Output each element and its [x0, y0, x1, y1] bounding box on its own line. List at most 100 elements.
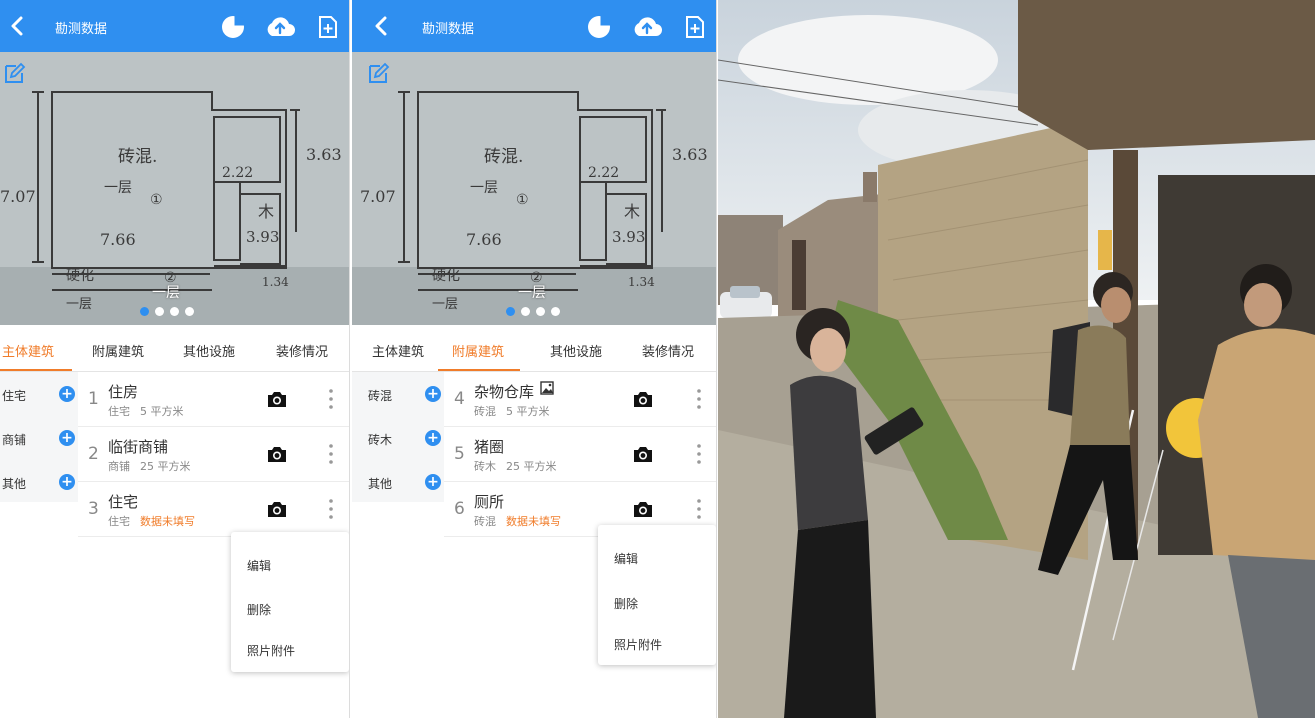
type-sidebar: 砖混 + 砖木 + 其他 +	[352, 372, 444, 502]
carousel-dots[interactable]	[140, 307, 194, 316]
sidebar-item-label: 砖混	[368, 389, 393, 403]
more-vertical-icon[interactable]	[328, 443, 334, 465]
menu-item-delete[interactable]: 删除	[247, 601, 271, 618]
sidebar-item-brick-concrete[interactable]: 砖混 +	[352, 372, 444, 416]
item-details: 住宅 5 平方米	[108, 403, 184, 419]
item-details: 住宅 数据未填写	[108, 513, 195, 529]
sketch-label-material: 砖混.	[118, 147, 157, 167]
item-name-text: 杂物仓库	[474, 383, 535, 401]
survey-app-screen-auxiliary-building: 勘测数据 砖混. 一层 ① 7.07 7.66 3.63 2.22 木 3.93…	[352, 0, 717, 718]
carousel-dot-1[interactable]	[506, 307, 515, 316]
item-type: 商铺	[108, 460, 130, 473]
item-name: 住宅	[108, 493, 139, 511]
tab-main-building[interactable]: 主体建筑	[2, 341, 54, 360]
camera-icon[interactable]	[632, 389, 654, 409]
context-menu: 编辑 删除 照片附件	[231, 532, 349, 672]
sketch-label-floor: 一层	[470, 180, 498, 196]
carousel-dot-4[interactable]	[551, 307, 560, 316]
add-file-icon[interactable]	[682, 14, 708, 40]
item-area: 5 平方米	[140, 405, 184, 418]
menu-item-delete[interactable]: 删除	[614, 595, 638, 612]
back-arrow-icon[interactable]	[370, 14, 394, 38]
carousel-dot-3[interactable]	[536, 307, 545, 316]
active-tab-indicator	[0, 369, 72, 371]
pie-chart-icon[interactable]	[220, 14, 246, 40]
carousel-dots[interactable]	[506, 307, 560, 316]
pie-chart-icon[interactable]	[586, 14, 612, 40]
list-item[interactable]: 4 杂物仓库 砖混 5 平方米	[444, 372, 716, 427]
item-name: 临街商铺	[108, 438, 169, 456]
tab-auxiliary-building[interactable]: 附属建筑	[92, 341, 144, 360]
app-header: 勘测数据	[352, 0, 716, 52]
camera-icon[interactable]	[266, 444, 288, 464]
back-arrow-icon[interactable]	[6, 14, 30, 38]
tab-other-facilities[interactable]: 其他设施	[183, 341, 235, 360]
item-area: 25 平方米	[140, 460, 191, 473]
carousel-dot-3[interactable]	[170, 307, 179, 316]
list-item[interactable]: 1 住房 住宅 5 平方米	[78, 372, 349, 427]
plus-icon[interactable]: +	[59, 430, 75, 446]
more-vertical-icon[interactable]	[328, 388, 334, 410]
image-icon	[540, 381, 554, 395]
tab-decoration[interactable]: 装修情况	[642, 341, 694, 360]
plus-icon[interactable]: +	[425, 386, 441, 402]
edit-icon[interactable]	[2, 62, 26, 86]
menu-item-edit[interactable]: 编辑	[247, 557, 271, 574]
item-details: 商铺 25 平方米	[108, 458, 191, 474]
sketch-dim-wood: 3.93	[612, 228, 645, 246]
list-item[interactable]: 3 住宅 住宅 数据未填写	[78, 482, 349, 537]
sidebar-item-other[interactable]: 其他 +	[352, 460, 444, 504]
sketch-label-floor: 一层	[104, 180, 132, 196]
item-number: 3	[88, 499, 99, 519]
sidebar-item-label: 住宅	[2, 389, 27, 403]
sketch-label-circle: ①	[150, 192, 163, 208]
cloud-upload-icon[interactable]	[631, 14, 663, 40]
list-item[interactable]: 2 临街商铺 商铺 25 平方米	[78, 427, 349, 482]
edit-icon[interactable]	[366, 62, 390, 86]
carousel-dot-2[interactable]	[521, 307, 530, 316]
more-vertical-icon[interactable]	[696, 498, 702, 520]
tab-main-building[interactable]: 主体建筑	[372, 341, 424, 360]
add-file-icon[interactable]	[315, 14, 341, 40]
sidebar-item-residence[interactable]: 住宅 +	[0, 372, 78, 416]
camera-icon[interactable]	[632, 444, 654, 464]
app-header: 勘测数据	[0, 0, 349, 52]
plus-icon[interactable]: +	[425, 474, 441, 490]
menu-item-photo-attachment[interactable]: 照片附件	[247, 642, 295, 659]
sketch-dim-small: 2.22	[588, 165, 619, 181]
more-vertical-icon[interactable]	[328, 498, 334, 520]
carousel-dot-1[interactable]	[140, 307, 149, 316]
sketch-dim-left: 7.07	[360, 187, 396, 206]
sidebar-item-brick-wood[interactable]: 砖木 +	[352, 416, 444, 460]
plus-icon[interactable]: +	[425, 430, 441, 446]
item-name: 猪圈	[474, 438, 505, 456]
sketch-dim-wood: 3.93	[246, 228, 279, 246]
tab-other-facilities[interactable]: 其他设施	[550, 341, 602, 360]
list-item[interactable]: 5 猪圈 砖木 25 平方米	[444, 427, 716, 482]
sketch-label-lower: 硬化	[432, 268, 460, 284]
sidebar-item-other[interactable]: 其他 +	[0, 460, 78, 504]
plus-icon[interactable]: +	[59, 474, 75, 490]
camera-icon[interactable]	[632, 499, 654, 519]
camera-icon[interactable]	[266, 389, 288, 409]
sidebar-item-label: 其他	[368, 477, 393, 491]
menu-item-photo-attachment[interactable]: 照片附件	[614, 636, 662, 653]
sidebar-item-shop[interactable]: 商铺 +	[0, 416, 78, 460]
sketch-label-circle: ①	[516, 192, 529, 208]
camera-icon[interactable]	[266, 499, 288, 519]
cloud-upload-icon[interactable]	[264, 14, 296, 40]
plus-icon[interactable]: +	[59, 386, 75, 402]
item-area: 5 平方米	[506, 405, 550, 418]
carousel-dot-4[interactable]	[185, 307, 194, 316]
more-vertical-icon[interactable]	[696, 388, 702, 410]
menu-item-edit[interactable]: 编辑	[614, 550, 638, 567]
tab-decoration[interactable]: 装修情况	[276, 341, 328, 360]
carousel-dot-2[interactable]	[155, 307, 164, 316]
more-vertical-icon[interactable]	[696, 443, 702, 465]
item-warning: 数据未填写	[506, 515, 561, 528]
sketch-dim-right: 3.63	[306, 145, 342, 164]
item-number: 2	[88, 444, 99, 464]
tab-auxiliary-building[interactable]: 附属建筑	[452, 341, 504, 360]
item-details: 砖木 25 平方米	[474, 458, 557, 474]
sidebar-item-label: 砖木	[368, 433, 393, 447]
